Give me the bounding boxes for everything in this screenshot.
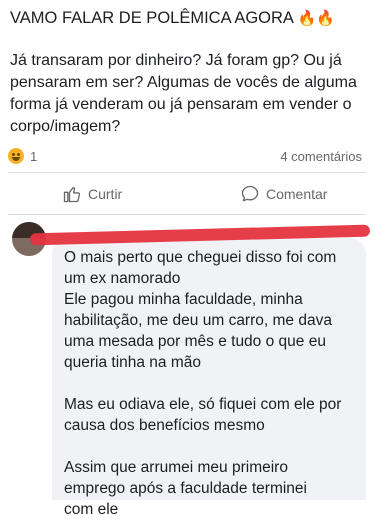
like-button[interactable]: Curtir (62, 184, 122, 204)
action-bar: Curtir Comentar (0, 180, 374, 210)
comment-button[interactable]: Comentar (240, 184, 327, 204)
thumbs-up-icon (63, 186, 81, 203)
reaction-count[interactable]: 1 (30, 149, 37, 164)
post-title: VAMO FALAR DE POLÊMICA AGORA 🔥🔥 (10, 8, 360, 29)
fire-emoji-icon: 🔥🔥 (297, 10, 335, 27)
laughing-emoji-icon[interactable] (8, 148, 24, 164)
divider (8, 214, 366, 215)
divider (8, 172, 366, 173)
reaction-row: 1 4 comentários (8, 146, 364, 166)
comment-text: O mais perto que cheguei disso foi com u… (64, 249, 342, 518)
post-body: Já transaram por dinheiro? Já foram gp? … (10, 52, 357, 135)
speech-bubble-icon (241, 185, 259, 202)
post-title-text: VAMO FALAR DE POLÊMICA AGORA (10, 9, 294, 27)
like-label: Curtir (88, 186, 123, 202)
comment-label: Comentar (266, 186, 328, 202)
comments-count[interactable]: 4 comentários (280, 149, 362, 164)
